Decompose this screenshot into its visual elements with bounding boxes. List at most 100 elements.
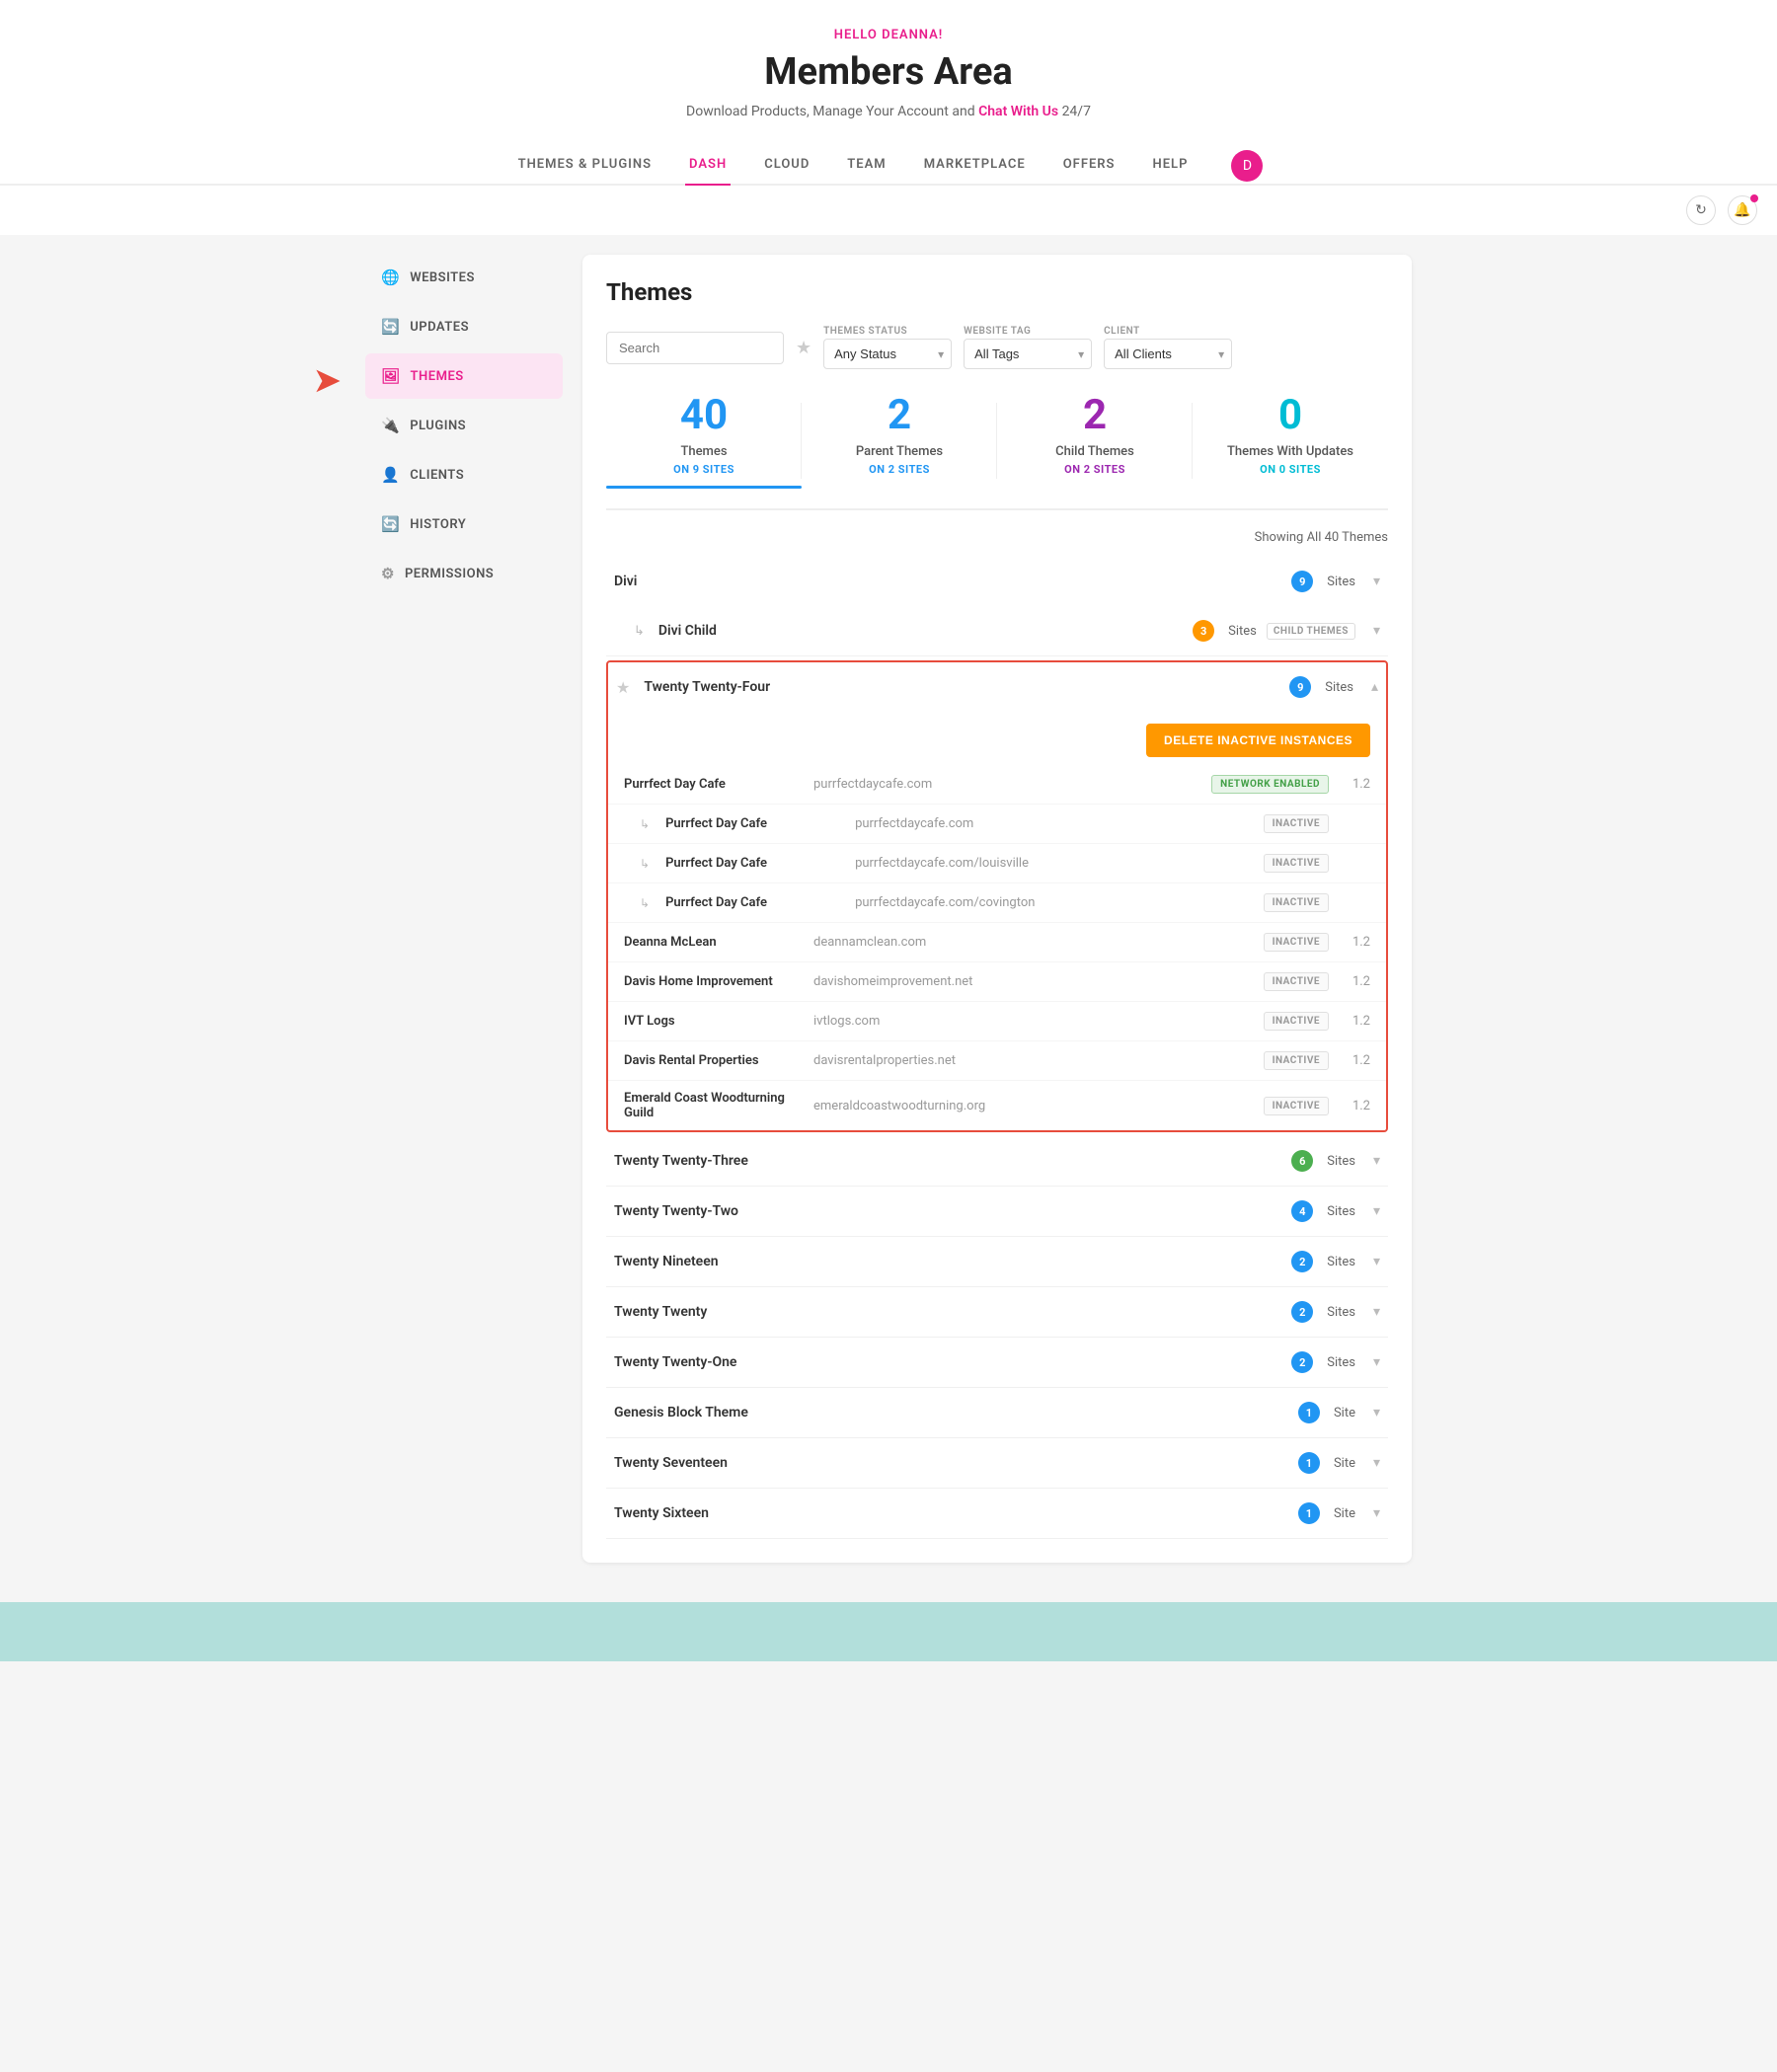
theme-ttt-header[interactable]: Twenty Twenty-Three 6 Sites ▾ (606, 1136, 1388, 1186)
sidebar-item-history[interactable]: 🔄 HISTORY (365, 501, 563, 547)
notification-icon[interactable]: 🔔 (1728, 195, 1757, 225)
chat-link[interactable]: Chat With Us (978, 104, 1058, 119)
theme-genesis-header[interactable]: Genesis Block Theme 1 Site ▾ (606, 1388, 1388, 1437)
avatar[interactable]: D (1231, 150, 1263, 182)
sidebar-item-permissions[interactable]: ⚙ PERMISSIONS (365, 551, 563, 596)
sidebar-item-websites[interactable]: 🌐 WEBSITES (365, 255, 563, 300)
stat-parent-sub[interactable]: ON 2 SITES (802, 463, 997, 476)
tab-themes-plugins[interactable]: THEMES & PLUGINS (514, 147, 656, 186)
instance-url-4[interactable]: purrfectdaycafe.com/covington (855, 895, 1252, 910)
theme-row-twenty-twenty-one: Twenty Twenty-One 2 Sites ▾ (606, 1338, 1388, 1388)
tab-offers[interactable]: OFFERS (1059, 147, 1120, 186)
themes-status-select[interactable]: Any Status (823, 339, 952, 369)
plugins-icon: 🔌 (381, 417, 400, 434)
stat-updates-sub[interactable]: ON 0 SITES (1193, 463, 1388, 476)
instance-url-6[interactable]: davishomeimprovement.net (813, 974, 1252, 989)
theme-tsx-badge: 1 (1298, 1502, 1320, 1524)
sidebar-label-websites: WEBSITES (410, 270, 475, 285)
stat-parent-label: Parent Themes (802, 444, 997, 459)
star-filter-icon[interactable]: ★ (796, 338, 811, 358)
instance-version-6: 1.2 (1341, 974, 1370, 989)
themes-list: Divi 9 Sites ▾ ↳ Divi Child 3 Sites CHIL… (606, 557, 1388, 1539)
themes-status-select-wrapper: Any Status (823, 339, 952, 369)
tab-dash[interactable]: DASH (685, 147, 731, 186)
theme-tse-name: Twenty Seventeen (614, 1455, 1288, 1471)
clients-icon: 👤 (381, 466, 400, 484)
themes-status-label: THEMES STATUS (823, 326, 952, 337)
child-themes-tag: CHILD THEMES (1267, 623, 1355, 640)
theme-tse-header[interactable]: Twenty Seventeen 1 Site ▾ (606, 1438, 1388, 1488)
tab-cloud[interactable]: CLOUD (760, 147, 813, 186)
tab-help[interactable]: HELP (1149, 147, 1193, 186)
theme-divi-child-sites: Sites (1228, 624, 1257, 639)
theme-tt-header[interactable]: Twenty Twenty 2 Sites ▾ (606, 1287, 1388, 1337)
chevron-down-icon: ▾ (1373, 574, 1380, 589)
theme-tto-sites: Sites (1327, 1355, 1355, 1370)
theme-divi-child-header[interactable]: ↳ Divi Child 3 Sites CHILD THEMES ▾ (606, 606, 1388, 655)
theme-star-icon[interactable]: ★ (616, 678, 630, 697)
indent-icon: ↳ (640, 857, 650, 871)
theme-ttf-sites: Sites (1325, 680, 1353, 695)
page-title: Members Area (20, 50, 1757, 94)
theme-divi-child-name: Divi Child (658, 623, 1183, 639)
instance-url-8[interactable]: davisrentalproperties.net (813, 1053, 1252, 1068)
theme-tto-header[interactable]: Twenty Twenty-One 2 Sites ▾ (606, 1338, 1388, 1387)
instance-url-3[interactable]: purrfectdaycafe.com/louisville (855, 856, 1252, 871)
website-tag-select-wrapper: All Tags (964, 339, 1092, 369)
instance-name-4: Purrfect Day Cafe (665, 895, 843, 910)
instance-badge-2: INACTIVE (1264, 814, 1329, 833)
theme-genesis-badge: 1 (1298, 1402, 1320, 1423)
theme-divi-header[interactable]: Divi 9 Sites ▾ (606, 557, 1388, 606)
instance-name-9: Emerald Coast Woodturning Guild (624, 1091, 802, 1120)
theme-ttwo-header[interactable]: Twenty Twenty-Two 4 Sites ▾ (606, 1187, 1388, 1236)
instance-badge-1: NETWORK ENABLED (1211, 775, 1329, 794)
theme-tto-badge: 2 (1291, 1351, 1313, 1373)
refresh-icon[interactable]: ↻ (1686, 195, 1716, 225)
instance-url-1[interactable]: purrfectdaycafe.com (813, 777, 1199, 792)
instance-url-2[interactable]: purrfectdaycafe.com (855, 816, 1252, 831)
instance-purrfect-2: ↳ Purrfect Day Cafe purrfectdaycafe.com … (608, 805, 1386, 844)
instance-name-5: Deanna McLean (624, 935, 802, 950)
theme-row-twenty-twenty: Twenty Twenty 2 Sites ▾ (606, 1287, 1388, 1338)
stat-child-sub[interactable]: ON 2 SITES (997, 463, 1193, 476)
theme-divi-name: Divi (614, 574, 1281, 589)
theme-divi-child-badge: 3 (1193, 620, 1214, 642)
stat-parent-themes: 2 Parent Themes ON 2 SITES (802, 393, 997, 489)
theme-ttwo-badge: 4 (1291, 1200, 1313, 1222)
subtitle-post: 24/7 (1062, 104, 1091, 119)
website-tag-select[interactable]: All Tags (964, 339, 1092, 369)
theme-tsx-name: Twenty Sixteen (614, 1505, 1288, 1521)
theme-tn-header[interactable]: Twenty Nineteen 2 Sites ▾ (606, 1237, 1388, 1286)
sidebar-item-plugins[interactable]: 🔌 PLUGINS (365, 403, 563, 448)
client-select[interactable]: All Clients (1104, 339, 1232, 369)
sidebar-label-plugins: PLUGINS (410, 419, 466, 433)
search-input[interactable] (606, 332, 784, 364)
tab-team[interactable]: TEAM (843, 147, 889, 186)
notification-dot (1750, 194, 1758, 202)
theme-row-twenty-twenty-three: Twenty Twenty-Three 6 Sites ▾ (606, 1136, 1388, 1187)
theme-tto-name: Twenty Twenty-One (614, 1354, 1281, 1370)
stat-themes-sub[interactable]: ON 9 SITES (606, 463, 802, 476)
chevron-down-icon: ▾ (1373, 1203, 1380, 1219)
theme-ttt-badge: 6 (1291, 1150, 1313, 1172)
theme-ttf-header[interactable]: ★ Twenty Twenty-Four 9 Sites ▴ (608, 662, 1386, 712)
stat-child-themes: 2 Child Themes ON 2 SITES (997, 393, 1193, 489)
stat-updates: 0 Themes With Updates ON 0 SITES (1193, 393, 1388, 489)
chevron-down-icon: ▾ (1373, 1304, 1380, 1320)
tab-marketplace[interactable]: MARKETPLACE (920, 147, 1030, 186)
sidebar-item-updates[interactable]: 🔄 UPDATES (365, 304, 563, 349)
theme-tn-name: Twenty Nineteen (614, 1254, 1281, 1269)
chevron-down-icon: ▾ (1373, 1354, 1380, 1370)
sidebar-item-clients[interactable]: 👤 CLIENTS (365, 452, 563, 498)
website-tag-label: WEBSITE TAG (964, 326, 1092, 337)
instance-url-7[interactable]: ivtlogs.com (813, 1014, 1252, 1029)
instance-emerald: Emerald Coast Woodturning Guild emeraldc… (608, 1081, 1386, 1130)
delete-inactive-button[interactable]: DELETE INACTIVE INSTANCES (1146, 724, 1370, 757)
instance-url-9[interactable]: emeraldcoastwoodturning.org (813, 1099, 1252, 1113)
sidebar-item-themes[interactable]: 🖼 THEMES (365, 353, 563, 399)
stat-themes-underline (606, 486, 802, 489)
theme-ttwo-sites: Sites (1327, 1204, 1355, 1219)
instance-name-1: Purrfect Day Cafe (624, 777, 802, 792)
theme-tsx-header[interactable]: Twenty Sixteen 1 Site ▾ (606, 1489, 1388, 1538)
instance-url-5[interactable]: deannamclean.com (813, 935, 1252, 950)
